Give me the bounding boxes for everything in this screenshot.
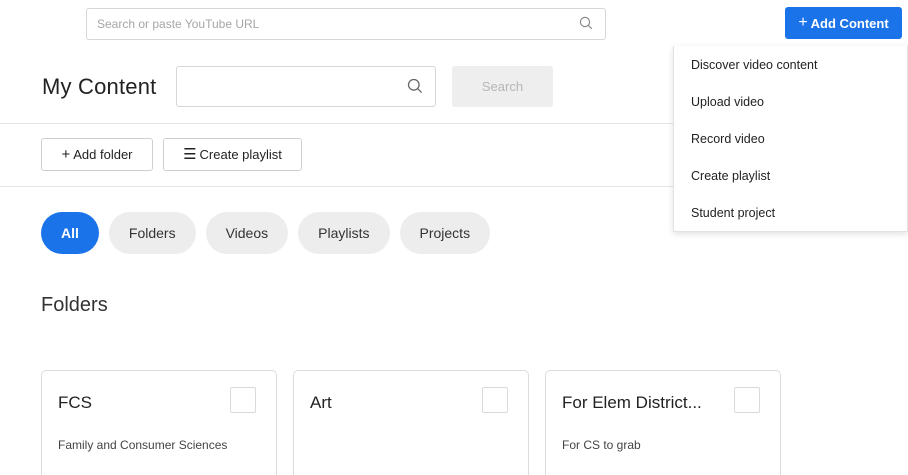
add-folder-label: Add folder [73, 147, 133, 162]
folder-card[interactable]: For Elem District... For CS to grab [545, 370, 781, 475]
folder-card-title: For Elem District... [562, 393, 702, 412]
menu-item-student-project[interactable]: Student project [674, 194, 907, 231]
create-playlist-button[interactable]: ☰ Create playlist [163, 138, 302, 171]
filter-tab-folders[interactable]: Folders [108, 212, 196, 254]
top-bar: + Add Content [0, 0, 908, 46]
filter-tab-all[interactable]: All [41, 212, 99, 254]
folder-card-title: Art [310, 393, 332, 412]
folder-card-title: FCS [58, 393, 92, 412]
folder-select-checkbox[interactable] [734, 387, 760, 413]
folder-card-description: For CS to grab [562, 438, 641, 452]
plus-icon: + [61, 146, 71, 163]
create-playlist-label: Create playlist [199, 147, 282, 162]
menu-item-upload-video[interactable]: Upload video [674, 83, 907, 120]
page-title: My Content [42, 74, 157, 99]
content-search-box[interactable] [176, 66, 436, 107]
menu-item-record-video[interactable]: Record video [674, 120, 907, 157]
search-button[interactable]: Search [452, 66, 553, 107]
content-filter-tabs: All Folders Videos Playlists Projects [41, 212, 491, 254]
folder-card[interactable]: FCS Family and Consumer Sciences [41, 370, 277, 475]
menu-item-discover-video-content[interactable]: Discover video content [674, 46, 907, 83]
folders-section-title: Folders [41, 294, 108, 316]
add-content-button[interactable]: + Add Content [785, 7, 902, 39]
list-icon: ☰ [183, 146, 197, 163]
search-icon[interactable] [579, 16, 593, 35]
add-content-label: Add Content [810, 15, 889, 31]
add-folder-button[interactable]: + Add folder [41, 138, 153, 171]
youtube-search-input[interactable] [97, 9, 567, 39]
menu-item-create-playlist[interactable]: Create playlist [674, 157, 907, 194]
folder-select-checkbox[interactable] [482, 387, 508, 413]
content-search-input[interactable] [185, 67, 395, 106]
filter-tab-playlists[interactable]: Playlists [298, 212, 390, 254]
folder-select-checkbox[interactable] [230, 387, 256, 413]
folder-card-description: Family and Consumer Sciences [58, 438, 228, 452]
search-icon[interactable] [407, 78, 423, 99]
youtube-search-box[interactable] [86, 8, 606, 40]
folder-card[interactable]: Art [293, 370, 529, 475]
add-content-menu: Discover video content Upload video Reco… [673, 46, 908, 232]
plus-icon: + [798, 14, 808, 31]
filter-tab-projects[interactable]: Projects [399, 212, 491, 254]
filter-tab-videos[interactable]: Videos [205, 212, 289, 254]
